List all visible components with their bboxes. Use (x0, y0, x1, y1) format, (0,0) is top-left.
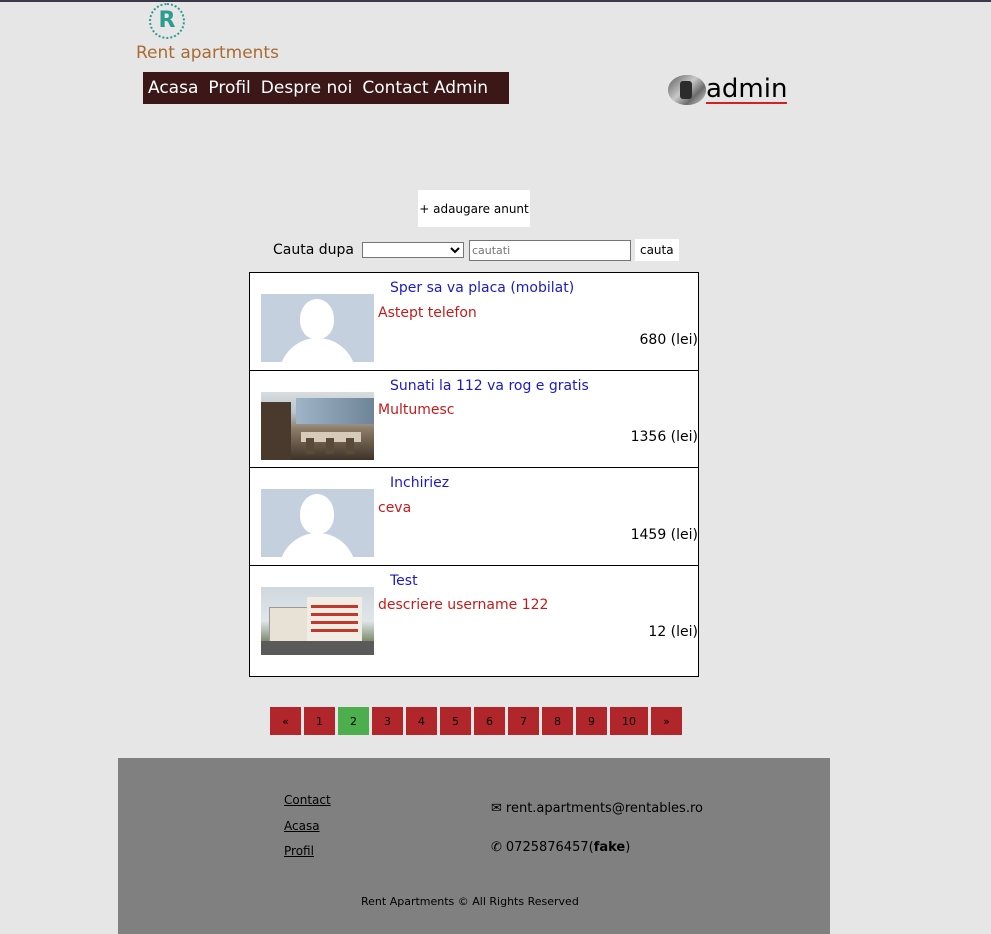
username-link[interactable]: admin (706, 76, 788, 104)
listing-image[interactable] (261, 392, 374, 460)
listing-description: Multumesc (378, 402, 455, 418)
footer-email: ✉ rent.apartments@rentables.ro (491, 801, 703, 816)
page-1-button[interactable]: 1 (304, 707, 335, 735)
page-10-button[interactable]: 10 (610, 707, 648, 735)
listing-price: 1459 (lei) (630, 527, 698, 543)
site-logo[interactable]: R Rent apartments (136, 3, 296, 65)
page-2-button[interactable]: 2 (338, 707, 369, 735)
user-menu[interactable]: admin (668, 75, 788, 105)
phone-icon: ✆ (491, 840, 502, 855)
list-item[interactable]: Sper sa va placa (mobilat) Astept telefo… (250, 273, 698, 371)
pagination: « 1 2 3 4 5 6 7 8 9 10 » (270, 707, 685, 735)
nav-item-profil[interactable]: Profil (208, 78, 250, 98)
listing-description: descriere username 122 (378, 597, 549, 613)
main-nav: Acasa Profil Despre noi Contact Admin (143, 72, 509, 104)
listing-title[interactable]: Inchiriez (390, 475, 449, 491)
page-next-button[interactable]: » (651, 707, 682, 735)
search-field-select[interactable] (361, 242, 464, 258)
search-label: Cauta dupa (273, 242, 354, 258)
search-input[interactable] (468, 239, 631, 261)
footer-link-profil[interactable]: Profil (284, 844, 314, 858)
logo-text: Rent apartments (136, 43, 279, 63)
listings-table: Sper sa va placa (mobilat) Astept telefo… (249, 272, 699, 677)
footer-link-acasa[interactable]: Acasa (284, 819, 320, 833)
page-6-button[interactable]: 6 (474, 707, 505, 735)
page-3-button[interactable]: 3 (372, 707, 403, 735)
top-border (0, 0, 991, 2)
listing-description: ceva (378, 500, 412, 516)
listing-title[interactable]: Sper sa va placa (mobilat) (390, 280, 574, 296)
nav-item-acasa[interactable]: Acasa (148, 78, 198, 98)
page-5-button[interactable]: 5 (440, 707, 471, 735)
page-4-button[interactable]: 4 (406, 707, 437, 735)
listing-price: 680 (lei) (639, 332, 699, 348)
list-item[interactable]: Test descriere username 122 12 (lei) (250, 566, 698, 676)
list-item[interactable]: Inchiriez ceva 1459 (lei) (250, 468, 698, 566)
listing-image[interactable] (261, 294, 374, 362)
listing-title[interactable]: Test (390, 573, 418, 589)
add-listing-button[interactable]: + adaugare anunt (418, 190, 530, 227)
listing-price: 12 (lei) (648, 624, 698, 640)
list-item[interactable]: Sunati la 112 va rog e gratis Multumesc … (250, 371, 698, 468)
page-7-button[interactable]: 7 (508, 707, 539, 735)
footer-copyright: Rent Apartments © All Rights Reserved (361, 895, 579, 908)
nav-item-contact-admin[interactable]: Contact Admin (362, 78, 488, 98)
footer-phone-text: 0725876457 (505, 840, 589, 855)
footer: Contact Acasa Profil ✉ rent.apartments@r… (118, 758, 830, 934)
page-8-button[interactable]: 8 (542, 707, 573, 735)
listing-image[interactable] (261, 587, 374, 655)
footer-email-text: rent.apartments@rentables.ro (505, 801, 703, 816)
listing-price: 1356 (lei) (630, 429, 698, 445)
search-button[interactable]: cauta (634, 239, 679, 261)
avatar[interactable] (668, 75, 706, 105)
envelope-icon: ✉ (491, 801, 502, 816)
nav-item-despre-noi[interactable]: Despre noi (261, 78, 353, 98)
footer-phone-note: fake (593, 840, 626, 855)
listing-image[interactable] (261, 489, 374, 557)
listing-title[interactable]: Sunati la 112 va rog e gratis (390, 378, 589, 394)
listing-description: Astept telefon (378, 305, 477, 321)
search-bar: Cauta dupa cauta (273, 238, 679, 262)
logo-icon: R (149, 3, 185, 39)
page-prev-button[interactable]: « (270, 707, 301, 735)
page-9-button[interactable]: 9 (576, 707, 607, 735)
footer-link-contact[interactable]: Contact (284, 793, 331, 807)
footer-phone: ✆ 0725876457(fake) (491, 840, 631, 855)
